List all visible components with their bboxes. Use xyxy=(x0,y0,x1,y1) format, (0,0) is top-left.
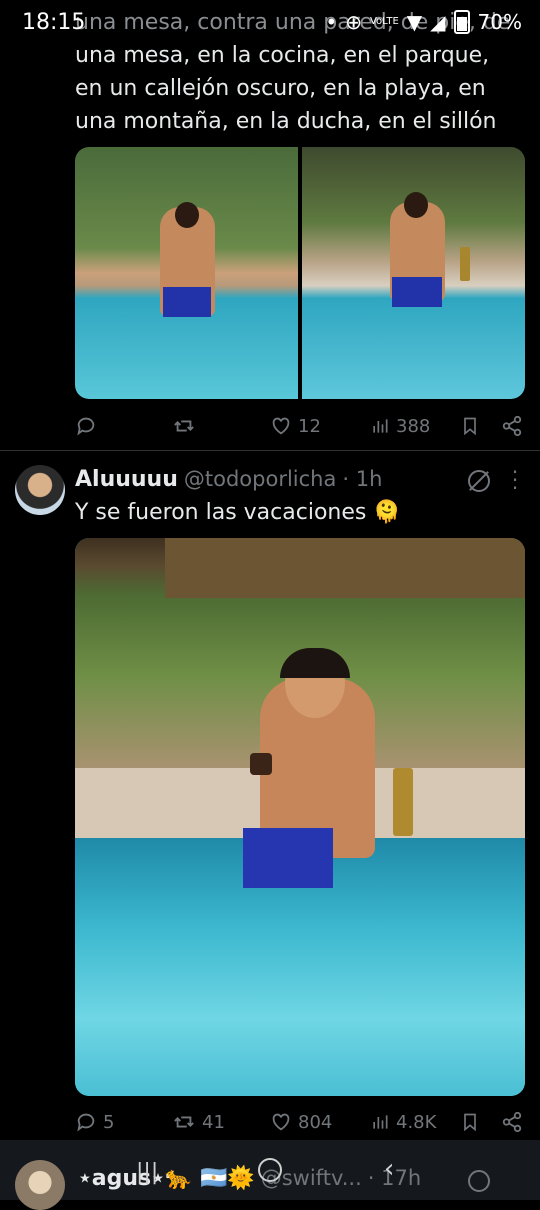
tweet1-line: una mesa, en la cocina, en el parque, xyxy=(75,43,490,68)
avatar[interactable] xyxy=(15,465,65,515)
battery-icon xyxy=(453,10,470,34)
reply-button[interactable] xyxy=(75,415,97,437)
signal-icon: ◢ xyxy=(430,10,446,34)
display-name[interactable]: Aluuuuu xyxy=(75,467,178,492)
tweet-time: · 17h xyxy=(367,1166,422,1190)
battery-percent: 70% xyxy=(477,10,522,34)
retweet-icon xyxy=(174,420,194,432)
bookmark-button[interactable] xyxy=(460,415,480,437)
tweet2-body: Y se fueron las vacaciones 🫠 xyxy=(75,500,401,525)
views-icon xyxy=(373,419,388,433)
tweet2-actions: 5 41 804 4.8K xyxy=(75,1108,525,1136)
tweet1-photo-right[interactable] xyxy=(302,147,525,399)
wifi-icon: ▼ xyxy=(406,10,423,34)
home-nav-icon[interactable] xyxy=(258,1158,282,1182)
view-count: 388 xyxy=(396,415,431,437)
like-button[interactable]: 804 xyxy=(270,1111,332,1133)
tweet1-line: en un callejón oscuro, en la playa, en xyxy=(75,76,486,101)
like-button[interactable]: 12 xyxy=(270,415,321,437)
tweet-divider xyxy=(0,450,540,451)
retweet-icon xyxy=(174,1116,194,1128)
share-button[interactable] xyxy=(501,1111,523,1133)
avatar[interactable] xyxy=(15,1160,65,1210)
reply-icon xyxy=(77,1113,95,1132)
tweet2-photo[interactable] xyxy=(75,538,525,1096)
recents-nav-icon[interactable]: ||| xyxy=(136,1160,158,1185)
views-button[interactable]: 4.8K xyxy=(370,1111,436,1133)
bookmark-button[interactable] xyxy=(460,1111,480,1133)
heart-icon xyxy=(272,417,290,435)
back-nav-icon[interactable]: ‹ xyxy=(384,1154,394,1184)
tweet3-header: ⋆agus⋆🐆 🇦🇷🌞 @swiftv... · 17h xyxy=(78,1166,421,1191)
status-time: 18:15 xyxy=(22,10,86,35)
more-options-icon[interactable]: · · · xyxy=(510,462,520,498)
share-button[interactable] xyxy=(501,415,523,437)
reply-button[interactable]: 5 xyxy=(75,1111,114,1133)
share-icon xyxy=(502,1111,522,1133)
volte-label: VoLTE xyxy=(369,16,399,27)
tweet1-line: una montaña, en la ducha, en el sillón xyxy=(75,109,497,134)
handle[interactable]: @todoporlicha xyxy=(184,467,336,491)
grok-icon[interactable] xyxy=(468,1170,490,1192)
reply-count: 5 xyxy=(103,1111,115,1133)
heart-icon xyxy=(272,1113,290,1131)
views-button[interactable]: 388 xyxy=(370,415,430,437)
view-count: 4.8K xyxy=(396,1111,437,1133)
bookmark-icon xyxy=(464,417,476,436)
tweet1-photo-left[interactable] xyxy=(75,147,298,399)
display-name[interactable]: ⋆agus⋆🐆 🇦🇷🌞 xyxy=(78,1166,255,1191)
like-count: 12 xyxy=(298,415,321,437)
views-icon xyxy=(373,1115,388,1129)
add-circle-icon: ⊕ xyxy=(345,10,362,34)
retweet-button[interactable] xyxy=(172,415,202,437)
bookmark-icon xyxy=(464,1113,476,1132)
tweet1-actions: 12 388 xyxy=(75,412,525,440)
retweet-button[interactable]: 41 xyxy=(172,1111,225,1133)
status-icons: • ⊕ VoLTE ▼ ◢ 70% xyxy=(325,10,522,34)
like-count: 804 xyxy=(298,1111,333,1133)
retweet-count: 41 xyxy=(202,1111,225,1133)
share-icon xyxy=(502,415,522,437)
dot-icon: • xyxy=(325,10,338,34)
tweet2-header: Aluuuuu @todoporlicha · 1h xyxy=(75,467,382,492)
tweet-time: · 1h xyxy=(342,467,383,491)
reply-icon xyxy=(77,417,95,436)
grok-icon[interactable] xyxy=(468,470,490,492)
